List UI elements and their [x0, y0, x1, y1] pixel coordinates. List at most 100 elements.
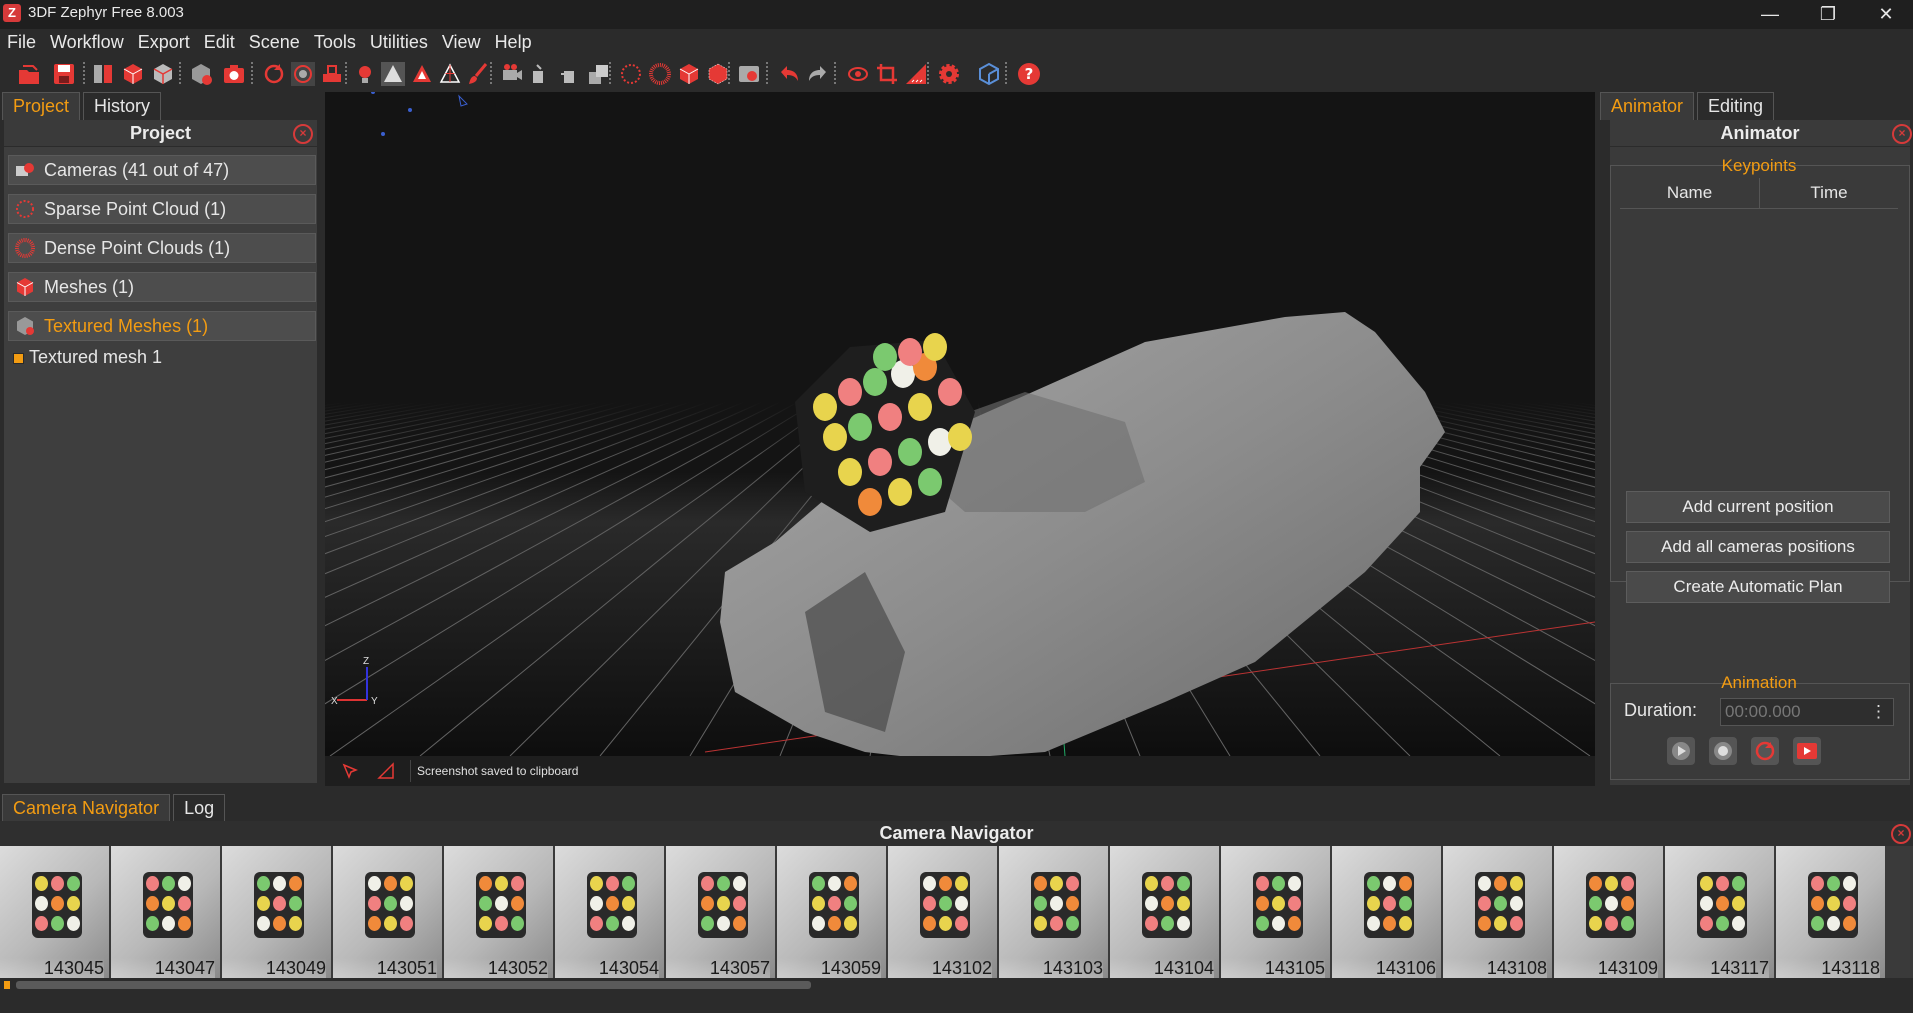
- camera-thumbnail[interactable]: 143045: [0, 846, 111, 978]
- camera-thumbnail[interactable]: 143057: [666, 846, 777, 978]
- create-automatic-plan-button[interactable]: Create Automatic Plan: [1626, 571, 1890, 603]
- sparse-view-icon[interactable]: [619, 62, 643, 86]
- scrollbar-thumb[interactable]: [16, 981, 811, 989]
- maximize-button[interactable]: ❐: [1805, 0, 1851, 29]
- rotate-object-icon[interactable]: [846, 62, 870, 86]
- camera-thumbnail[interactable]: 143117: [1665, 846, 1776, 978]
- mesh-view-icon[interactable]: [677, 62, 701, 86]
- dense-cloud-gen-icon[interactable]: [121, 62, 145, 86]
- camera-thumbnail[interactable]: 143108: [1443, 846, 1554, 978]
- deselect-points-icon[interactable]: [558, 62, 582, 86]
- measure-tool-icon[interactable]: [377, 762, 395, 780]
- cube-sticker: [923, 333, 947, 361]
- camera-thumbnail[interactable]: 143049: [222, 846, 333, 978]
- 3df-logo-icon[interactable]: [977, 62, 1001, 86]
- tab-project[interactable]: Project: [2, 92, 81, 120]
- category-label: Dense Point Clouds (1): [44, 238, 231, 258]
- redo-icon[interactable]: [806, 62, 830, 86]
- play-button[interactable]: [1667, 737, 1695, 765]
- camera-thumbnail[interactable]: 143104: [1110, 846, 1221, 978]
- camera-thumbnail[interactable]: 143054: [555, 846, 666, 978]
- tab-history[interactable]: History: [83, 92, 162, 120]
- paint-brush-icon[interactable]: [466, 62, 490, 86]
- record-button[interactable]: [1709, 737, 1737, 765]
- select-arrow-icon[interactable]: [341, 762, 359, 780]
- open-project-icon[interactable]: [17, 62, 41, 86]
- textured-mesh-item[interactable]: Textured mesh 1: [8, 344, 314, 370]
- help-icon[interactable]: ?: [1017, 62, 1041, 86]
- tab-editing[interactable]: Editing: [1697, 92, 1775, 120]
- menu-export[interactable]: Export: [131, 29, 197, 56]
- measure-icon[interactable]: [904, 62, 928, 86]
- category-cameras[interactable]: Cameras (41 out of 47): [8, 155, 316, 185]
- new-workflow-icon[interactable]: [91, 62, 115, 86]
- settings-gear-icon[interactable]: [937, 62, 961, 86]
- camera-path-icon[interactable]: [500, 62, 524, 86]
- menu-tools[interactable]: Tools: [307, 29, 363, 56]
- category-dense-point-clouds[interactable]: Dense Point Clouds (1): [8, 233, 316, 263]
- add-all-cameras-positions-button[interactable]: Add all cameras positions: [1626, 531, 1890, 563]
- grid-line: [1517, 401, 1595, 415]
- keypoints-title: Keypoints: [1721, 156, 1797, 175]
- col-time[interactable]: Time: [1760, 178, 1898, 208]
- category-sparse-point-cloud[interactable]: Sparse Point Cloud (1): [8, 194, 316, 224]
- duration-input[interactable]: 00:00.000 ⋮: [1720, 698, 1894, 726]
- camera-thumbnail[interactable]: 143118: [1776, 846, 1887, 978]
- textured-mode-icon[interactable]: [410, 62, 434, 86]
- minimize-button[interactable]: —: [1747, 0, 1793, 29]
- duration-value: 00:00.000: [1725, 702, 1801, 721]
- screenshot-icon[interactable]: [222, 62, 246, 86]
- category-textured-meshes[interactable]: Textured Meshes (1): [8, 311, 316, 341]
- cube-sticker: [918, 468, 942, 496]
- orbit-mode-icon[interactable]: [291, 62, 315, 86]
- tab-camera-navigator[interactable]: Camera Navigator: [2, 794, 171, 822]
- menu-workflow[interactable]: Workflow: [43, 29, 131, 56]
- camera-thumbnail[interactable]: 143105: [1221, 846, 1332, 978]
- textured-mesh-gen-icon[interactable]: [189, 62, 213, 86]
- camera-thumbnail[interactable]: 143051: [333, 846, 444, 978]
- light-icon[interactable]: [353, 62, 377, 86]
- export-video-button[interactable]: [1793, 737, 1821, 765]
- menu-view[interactable]: View: [435, 29, 488, 56]
- close-project-panel-icon[interactable]: ×: [293, 124, 313, 144]
- lasso-select-icon[interactable]: [587, 62, 611, 86]
- tab-log[interactable]: Log: [173, 794, 226, 822]
- camera-thumbnail[interactable]: 143109: [1554, 846, 1665, 978]
- viewport-status-bar: Screenshot saved to clipboard: [325, 756, 1595, 786]
- menu-file[interactable]: File: [0, 29, 43, 56]
- category-meshes[interactable]: Meshes (1): [8, 272, 316, 302]
- dense-view-icon[interactable]: [648, 62, 672, 86]
- bounding-box-icon[interactable]: [320, 62, 344, 86]
- textured-view-icon[interactable]: [706, 62, 730, 86]
- close-window-button[interactable]: ✕: [1863, 0, 1909, 29]
- shaded-mode-icon[interactable]: [381, 62, 405, 86]
- camera-thumbnail[interactable]: 143059: [777, 846, 888, 978]
- select-points-icon[interactable]: [529, 62, 553, 86]
- close-camera-navigator-icon[interactable]: ×: [1891, 824, 1911, 844]
- save-project-icon[interactable]: [52, 62, 76, 86]
- duration-spinner-icon[interactable]: ⋮: [1870, 699, 1887, 725]
- camera-thumbnail[interactable]: 143103: [999, 846, 1110, 978]
- camera-thumbnail[interactable]: 143052: [444, 846, 555, 978]
- camera-thumbnail[interactable]: 143047: [111, 846, 222, 978]
- 3d-viewport[interactable]: X Y Z Screenshot saved to clipboard: [325, 92, 1595, 786]
- reset-view-icon[interactable]: [262, 62, 286, 86]
- mesh-gen-icon[interactable]: [151, 62, 175, 86]
- menu-scene[interactable]: Scene: [242, 29, 307, 56]
- col-name[interactable]: Name: [1620, 178, 1760, 208]
- loop-button[interactable]: [1751, 737, 1779, 765]
- thumbnail-image: [365, 872, 415, 938]
- close-animator-panel-icon[interactable]: ×: [1892, 124, 1912, 144]
- camera-thumbnail[interactable]: 143102: [888, 846, 999, 978]
- render-view-icon[interactable]: [737, 62, 761, 86]
- add-current-position-button[interactable]: Add current position: [1626, 491, 1890, 523]
- menu-edit[interactable]: Edit: [197, 29, 242, 56]
- undo-icon[interactable]: [777, 62, 801, 86]
- wireframe-mode-icon[interactable]: [438, 62, 462, 86]
- crop-icon[interactable]: [875, 62, 899, 86]
- camera-thumbnail[interactable]: 143106: [1332, 846, 1443, 978]
- menu-utilities[interactable]: Utilities: [363, 29, 435, 56]
- menu-help[interactable]: Help: [488, 29, 539, 56]
- tab-animator[interactable]: Animator: [1600, 92, 1695, 120]
- thumbnail-scrollbar[interactable]: [0, 978, 1913, 992]
